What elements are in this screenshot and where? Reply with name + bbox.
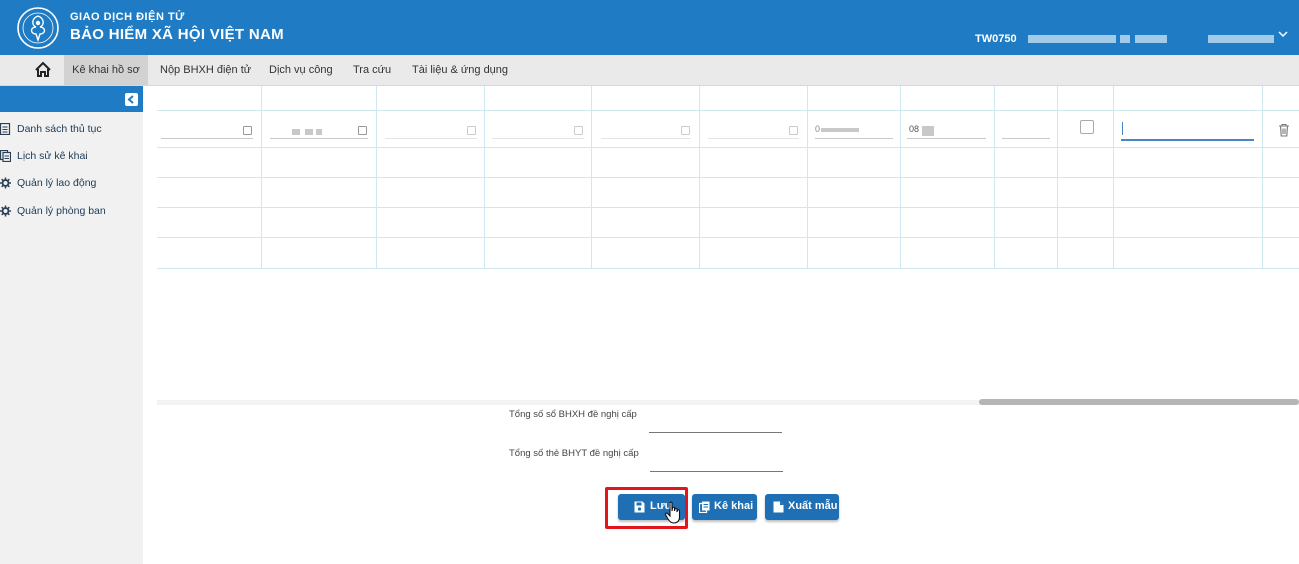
redacted-value <box>305 129 313 135</box>
sidebar-header <box>0 86 143 112</box>
row-checkbox[interactable] <box>1080 120 1094 134</box>
redacted-account[interactable] <box>1208 35 1274 43</box>
calendar-icon[interactable] <box>789 126 798 135</box>
sidebar-item-quan-ly-lao-dong[interactable]: Quản lý lao động <box>0 173 143 193</box>
grid-row-divider <box>157 177 1299 178</box>
app-header: GIAO DỊCH ĐIỆN TỬ BẢO HIỂM XÃ HỘI VIỆT N… <box>0 0 1299 55</box>
partial-text-value: 08 <box>909 124 920 134</box>
redacted-text <box>1120 35 1130 43</box>
sidebar: Danh sách thủ tục Lịch sử kê khai Quản l… <box>0 86 143 564</box>
declare-label: Kê khai <box>714 500 754 512</box>
calendar-icon[interactable] <box>467 126 476 135</box>
vss-logo-icon <box>17 7 59 49</box>
export-template-button[interactable]: Xuất mẫu <box>765 494 839 520</box>
grid-row-divider <box>157 207 1299 208</box>
total-bhxh-label: Tổng số sổ BHXH đề nghị cấp <box>509 409 637 420</box>
date-input[interactable] <box>601 138 691 139</box>
redacted-value <box>922 126 934 136</box>
brand-title: BẢO HIỂM XÃ HỘI VIỆT NAM <box>70 26 284 43</box>
history-icon <box>0 150 11 162</box>
text-input[interactable] <box>1002 138 1050 139</box>
home-icon <box>35 61 51 77</box>
date-input[interactable] <box>270 138 368 139</box>
declare-button[interactable]: Kê khai <box>692 494 757 520</box>
date-input[interactable] <box>708 138 799 139</box>
grid-row-divider <box>157 268 1299 269</box>
date-input[interactable] <box>385 138 477 139</box>
hand-cursor-icon <box>664 501 681 524</box>
documents-icon <box>699 501 710 513</box>
gear-icon <box>0 205 11 217</box>
calendar-icon[interactable] <box>681 126 690 135</box>
tab-dich-vu-cong[interactable]: Dịch vụ công <box>269 55 333 85</box>
brand-subtitle: GIAO DỊCH ĐIỆN TỬ <box>70 11 185 23</box>
text-cursor <box>1122 122 1123 135</box>
trash-icon[interactable] <box>1278 123 1290 137</box>
grid-row-divider <box>157 237 1299 238</box>
redacted-value <box>292 129 300 135</box>
text-input[interactable] <box>907 138 986 139</box>
total-bhxh-field[interactable] <box>649 432 782 433</box>
tab-ke-khai-ho-so[interactable]: Kê khai hồ sơ <box>64 55 148 85</box>
declaration-grid: 0 08 <box>157 86 1299 402</box>
sidebar-item-label: Danh sách thủ tục <box>17 123 102 135</box>
date-input[interactable] <box>492 138 584 139</box>
sidebar-item-label: Quản lý lao động <box>17 177 97 189</box>
text-input[interactable] <box>815 138 893 139</box>
sidebar-item-lich-su-ke-khai[interactable]: Lịch sử kê khai <box>0 146 143 166</box>
sidebar-item-danh-sach-thu-tuc[interactable]: Danh sách thủ tục <box>0 119 143 139</box>
grid-row-divider <box>157 110 1299 111</box>
horizontal-scrollbar-thumb[interactable] <box>979 399 1299 405</box>
calendar-icon[interactable] <box>574 126 583 135</box>
calendar-icon[interactable] <box>243 126 252 135</box>
calendar-icon[interactable] <box>358 126 367 135</box>
tab-tra-cuu[interactable]: Tra cứu <box>353 55 391 85</box>
grid-row-divider <box>157 147 1299 148</box>
collapse-left-icon[interactable] <box>125 93 138 106</box>
redacted-username <box>1028 35 1116 43</box>
redacted-value <box>316 129 322 135</box>
tab-tai-lieu[interactable]: Tài liệu & ứng dụng <box>412 55 508 85</box>
export-label: Xuất mẫu <box>788 500 838 512</box>
list-icon <box>0 123 11 135</box>
gear-icon <box>0 177 11 189</box>
redacted-value <box>821 128 859 132</box>
total-bhyt-field[interactable] <box>650 471 783 472</box>
redacted-text <box>1135 35 1167 43</box>
home-button[interactable] <box>30 55 56 85</box>
sidebar-item-label: Lịch sử kê khai <box>17 150 88 162</box>
tab-nop-bhxh[interactable]: Nộp BHXH điện tử <box>160 55 251 85</box>
sidebar-item-label: Quản lý phòng ban <box>17 205 106 217</box>
file-icon <box>773 501 784 513</box>
total-bhyt-label: Tổng số thẻ BHYT đề nghị cấp <box>509 448 639 459</box>
chevron-down-icon[interactable] <box>1278 29 1288 39</box>
user-code: TW0750 <box>975 33 1017 45</box>
main-nav: Kê khai hồ sơ Nộp BHXH điện tử Dịch vụ c… <box>0 55 1299 86</box>
partial-text-value: 0 <box>815 124 821 134</box>
focused-text-input[interactable] <box>1121 139 1254 141</box>
date-input[interactable] <box>161 138 253 139</box>
sidebar-item-quan-ly-phong-ban[interactable]: Quản lý phòng ban <box>0 201 143 221</box>
